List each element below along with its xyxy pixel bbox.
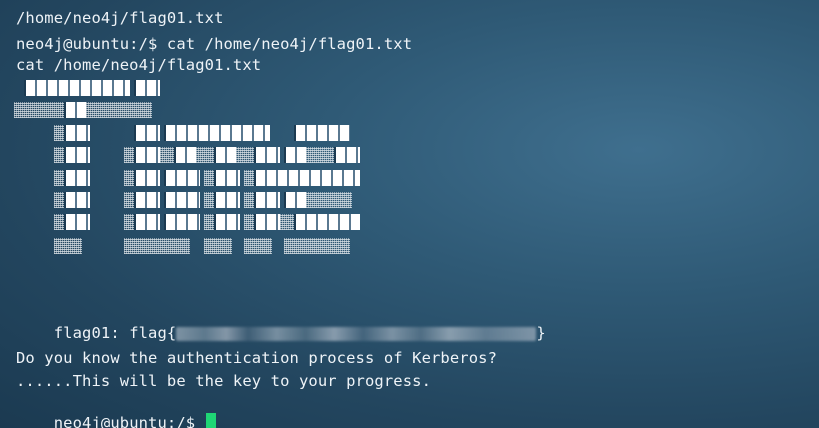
hint-line-1: Do you know the authentication process o… [16, 349, 498, 367]
redacted-flag-value [176, 326, 537, 341]
output-line-path: /home/neo4j/flag01.txt [16, 9, 224, 27]
terminal-window[interactable]: /home/neo4j/flag01.txt neo4j@ubuntu:/$ c… [0, 0, 819, 428]
ascii-art-banner [14, 78, 374, 258]
prompt-line[interactable]: neo4j@ubuntu:/$ [16, 393, 216, 428]
command-line: neo4j@ubuntu:/$ cat /home/neo4j/flag01.t… [16, 35, 413, 53]
flag-line: flag01: flag{} [16, 303, 546, 342]
flag-suffix: } [536, 324, 546, 342]
shell-prompt: neo4j@ubuntu:/$ [53, 414, 205, 428]
hint-line-2: ......This will be the key to your progr… [16, 372, 431, 390]
text-cursor[interactable] [205, 413, 216, 428]
flag-prefix: flag01: flag{ [53, 324, 177, 342]
echoed-command-line: cat /home/neo4j/flag01.txt [16, 56, 262, 74]
